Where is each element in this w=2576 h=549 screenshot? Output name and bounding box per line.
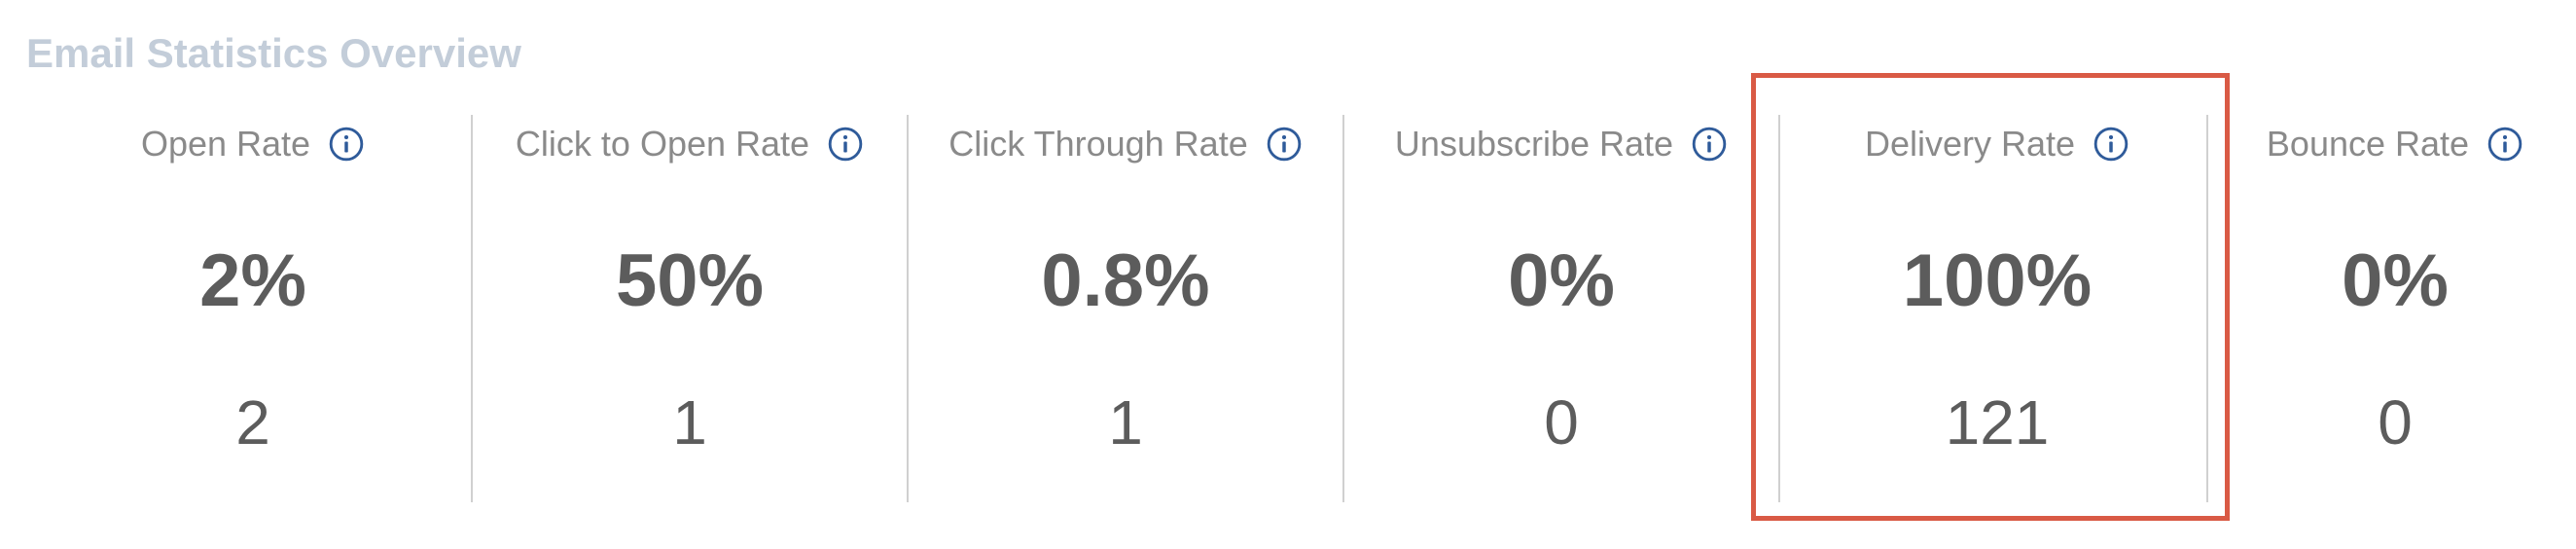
stat-open-rate: Open Rate 2% 2	[35, 115, 471, 502]
email-statistics-panel: Email Statistics Overview Open Rate 2% 2…	[0, 0, 2576, 549]
stat-label: Delivery Rate	[1864, 124, 2076, 164]
info-icon[interactable]	[1691, 126, 1728, 163]
stat-bounce-rate: Bounce Rate 0% 0	[2214, 115, 2576, 502]
stats-row: Open Rate 2% 2 Click to Open Rate 50% 1 …	[35, 115, 2576, 502]
stat-label: Click Through Rate	[948, 124, 1248, 164]
stat-click-through-rate: Click Through Rate 0.8% 1	[907, 115, 1342, 502]
stat-unsubscribe-rate: Unsubscribe Rate 0% 0	[1342, 115, 1778, 502]
stat-percent: 2%	[199, 239, 306, 322]
stat-click-to-open-rate: Click to Open Rate 50% 1	[471, 115, 907, 502]
divider	[2206, 115, 2208, 502]
stat-label-row: Click to Open Rate	[473, 115, 907, 173]
stat-label-row: Delivery Rate	[1780, 115, 2214, 173]
stat-label: Unsubscribe Rate	[1394, 124, 1674, 164]
stat-label: Bounce Rate	[2266, 124, 2470, 164]
stat-label: Open Rate	[140, 124, 311, 164]
stat-count: 2	[235, 387, 270, 458]
stat-label-row: Click Through Rate	[909, 115, 1342, 173]
stat-count: 121	[1945, 387, 2050, 458]
info-icon[interactable]	[2487, 126, 2523, 163]
stat-count: 0	[1544, 387, 1579, 458]
info-icon[interactable]	[1266, 126, 1303, 163]
stat-label: Click to Open Rate	[515, 124, 810, 164]
stat-count: 1	[1108, 387, 1143, 458]
stat-label-row: Bounce Rate	[2214, 115, 2576, 173]
info-icon[interactable]	[2093, 126, 2129, 163]
stat-percent: 0.8%	[1041, 239, 1210, 322]
stat-percent: 50%	[615, 239, 765, 322]
stat-count: 1	[672, 387, 707, 458]
stat-count: 0	[2378, 387, 2413, 458]
stat-label-row: Open Rate	[35, 115, 471, 173]
info-icon[interactable]	[328, 126, 365, 163]
stat-percent: 0%	[2342, 239, 2449, 322]
stat-percent: 0%	[1508, 239, 1615, 322]
stat-label-row: Unsubscribe Rate	[1344, 115, 1778, 173]
stat-percent: 100%	[1902, 239, 2093, 322]
info-icon[interactable]	[827, 126, 864, 163]
section-title: Email Statistics Overview	[26, 30, 521, 76]
stat-delivery-rate: Delivery Rate 100% 121	[1778, 115, 2214, 502]
